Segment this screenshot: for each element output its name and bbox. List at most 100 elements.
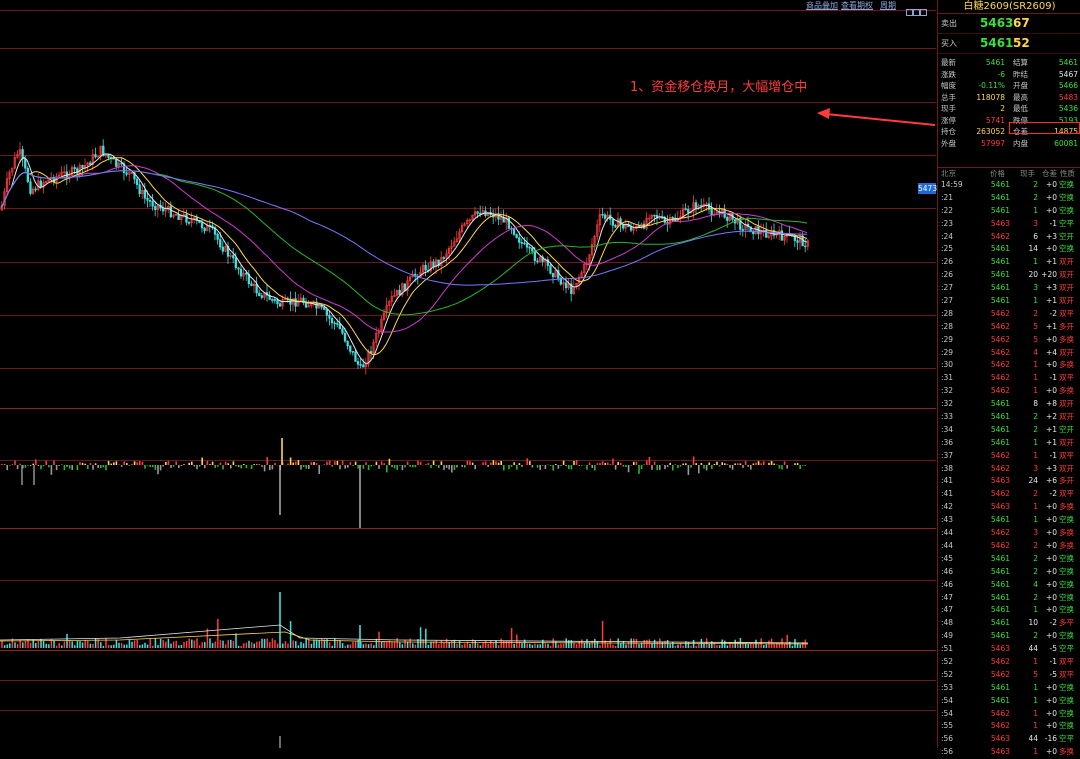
tick-row[interactable]: :33 5461 2 +2 双开 [938, 411, 1080, 424]
tick-n: 双开 [1059, 463, 1074, 473]
tick-v: 20 [1028, 270, 1038, 280]
tick-t: :25 [941, 244, 954, 254]
tick-row[interactable]: :42 5463 1 +0 多换 [938, 501, 1080, 514]
tick-p: 5462 [990, 540, 1010, 550]
candle-body [359, 364, 362, 366]
ticks-list[interactable]: 14:59 5461 2 +0 空换:21 5461 2 +0 空换:22 5461 1 +0 空换:2… [938, 179, 1080, 759]
stats-l2: 内盘 [1013, 138, 1028, 148]
tick-row[interactable]: :29 5462 5 +0 多换 [938, 334, 1080, 347]
tick-row[interactable]: :47 5461 1 +0 空换 [938, 604, 1080, 617]
tick-row[interactable]: :47 5461 2 +0 空换 [938, 592, 1080, 605]
sell-label: 卖出 [941, 19, 957, 28]
tick-p: 5462 [990, 360, 1010, 370]
layout-icon[interactable] [906, 1, 928, 16]
stats-v2: 5436 [1058, 104, 1078, 113]
tick-row[interactable]: :52 5462 5 -5 双平 [938, 669, 1080, 682]
candle-body [271, 299, 274, 301]
tick-row[interactable]: :34 5461 2 +1 空开 [938, 424, 1080, 437]
tick-v: 1 [1033, 682, 1038, 692]
tick-v: 6 [1033, 231, 1038, 241]
tick-row[interactable]: :31 5462 1 -1 双平 [938, 372, 1080, 385]
tick-row[interactable]: :26 5461 1 +1 双开 [938, 256, 1080, 269]
tick-row[interactable]: :54 5461 1 +0 空换 [938, 695, 1080, 708]
sell-row[interactable]: 卖出 5463 67 [938, 14, 1080, 34]
candle-body [255, 283, 258, 294]
tick-row[interactable]: :48 5461 10 -2 多平 [938, 617, 1080, 630]
tick-row[interactable]: :44 5462 2 +0 多换 [938, 540, 1080, 553]
tick-row[interactable]: :22 5461 1 +0 空换 [938, 205, 1080, 218]
tick-row[interactable]: :28 5462 5 +1 多开 [938, 321, 1080, 334]
period-link[interactable]: 周期 [880, 0, 896, 11]
tick-t: :49 [941, 631, 954, 641]
tick-row[interactable]: :46 5461 2 +0 空换 [938, 566, 1080, 579]
stats-row: 外盘 57997 内盘 60081 [938, 138, 1080, 150]
tick-row[interactable]: :32 5461 8 +8 双开 [938, 398, 1080, 411]
tick-t: :47 [941, 605, 954, 615]
tick-v: 2 [1033, 553, 1038, 563]
tick-p: 5462 [990, 721, 1010, 731]
candle-body [398, 289, 401, 296]
tick-row[interactable]: :52 5462 1 -1 双平 [938, 656, 1080, 669]
tick-row[interactable]: :23 5463 3 -1 空平 [938, 218, 1080, 231]
candle-body [752, 231, 755, 235]
buy-row[interactable]: 买入 5461 52 [938, 34, 1080, 54]
view-options-link[interactable]: 查看期权 [841, 0, 873, 11]
tick-row[interactable]: :38 5462 3 +3 双开 [938, 463, 1080, 476]
candle-body [611, 219, 615, 226]
tick-row[interactable]: :54 5462 1 +0 空换 [938, 708, 1080, 721]
tick-row[interactable]: :55 5462 1 +0 空换 [938, 720, 1080, 733]
tick-row[interactable]: :32 5462 1 +0 多换 [938, 385, 1080, 398]
candle-body [148, 200, 152, 202]
kline-chart[interactable] [0, 0, 936, 748]
stats-v2: 5466 [1058, 81, 1078, 90]
tick-row[interactable]: :53 5461 1 +0 空换 [938, 682, 1080, 695]
tick-row[interactable]: :43 5461 1 +0 空换 [938, 514, 1080, 527]
tick-row[interactable]: :30 5462 1 +0 多换 [938, 359, 1080, 372]
kline-chart-area[interactable]: 商品叠加 查看期权 周期 1、资金移仓换月，大幅增仓中 5473 [0, 0, 937, 748]
buy-price: 5461 [980, 36, 1014, 50]
tick-t: :23 [941, 218, 954, 228]
tick-row[interactable]: :41 5462 2 -2 双平 [938, 488, 1080, 501]
tick-p: 5461 [990, 566, 1010, 576]
tick-n: 双平 [1059, 373, 1074, 383]
tick-row[interactable]: :21 5461 2 +0 空换 [938, 192, 1080, 205]
stats-l1: 幅度 [941, 81, 956, 90]
tick-p: 5462 [990, 231, 1010, 241]
tick-row[interactable]: :46 5461 4 +0 空换 [938, 579, 1080, 592]
tick-row[interactable]: :27 5461 3 +3 双开 [938, 282, 1080, 295]
tick-row[interactable]: :37 5462 1 -1 双平 [938, 450, 1080, 463]
tick-o: +0 [1045, 192, 1057, 202]
tick-row[interactable]: :41 5463 24 +6 多开 [938, 475, 1080, 488]
tick-p: 5463 [990, 734, 1010, 744]
candle-body [512, 228, 516, 235]
tick-p: 5463 [990, 502, 1010, 512]
tick-row[interactable]: :36 5461 1 +1 双开 [938, 437, 1080, 450]
tick-p: 5462 [990, 528, 1010, 538]
candle-body [203, 227, 206, 232]
tick-p: 5461 [990, 592, 1010, 602]
tick-row[interactable]: :29 5462 4 +4 双开 [938, 347, 1080, 360]
tick-v: 5 [1033, 321, 1038, 331]
candle-body [39, 180, 43, 188]
tick-row[interactable]: :25 5461 14 +0 空换 [938, 243, 1080, 256]
tick-row[interactable]: :44 5462 3 +0 多换 [938, 527, 1080, 540]
tick-row[interactable]: :51 5463 44 -5 空平 [938, 643, 1080, 656]
overlay-product-link[interactable]: 商品叠加 [806, 0, 838, 11]
tick-row[interactable]: :45 5461 2 +0 空换 [938, 553, 1080, 566]
tick-o: +0 [1045, 244, 1057, 254]
tick-row[interactable]: :49 5461 2 +0 空换 [938, 630, 1080, 643]
tick-o: +0 [1045, 205, 1057, 215]
tick-row[interactable]: :27 5461 1 +1 双开 [938, 295, 1080, 308]
tick-v: 5 [1033, 334, 1038, 344]
candle-body [343, 332, 347, 342]
tick-row[interactable]: :28 5462 2 -2 双平 [938, 308, 1080, 321]
tick-row[interactable]: :24 5462 6 +3 空开 [938, 231, 1080, 244]
tick-row[interactable]: :56 5463 44 -16 空平 [938, 733, 1080, 746]
annotation-text: 1、资金移仓换月，大幅增仓中 [630, 80, 808, 95]
tick-row[interactable]: :56 5463 1 +0 多换 [938, 746, 1080, 759]
stats-l2: 结算 [1013, 58, 1028, 67]
tick-row[interactable]: 14:59 5461 2 +0 空换 [938, 179, 1080, 192]
tick-row[interactable]: :26 5461 20 +20 双开 [938, 269, 1080, 282]
candle-body [528, 246, 531, 249]
stats-l1: 外盘 [941, 138, 956, 148]
